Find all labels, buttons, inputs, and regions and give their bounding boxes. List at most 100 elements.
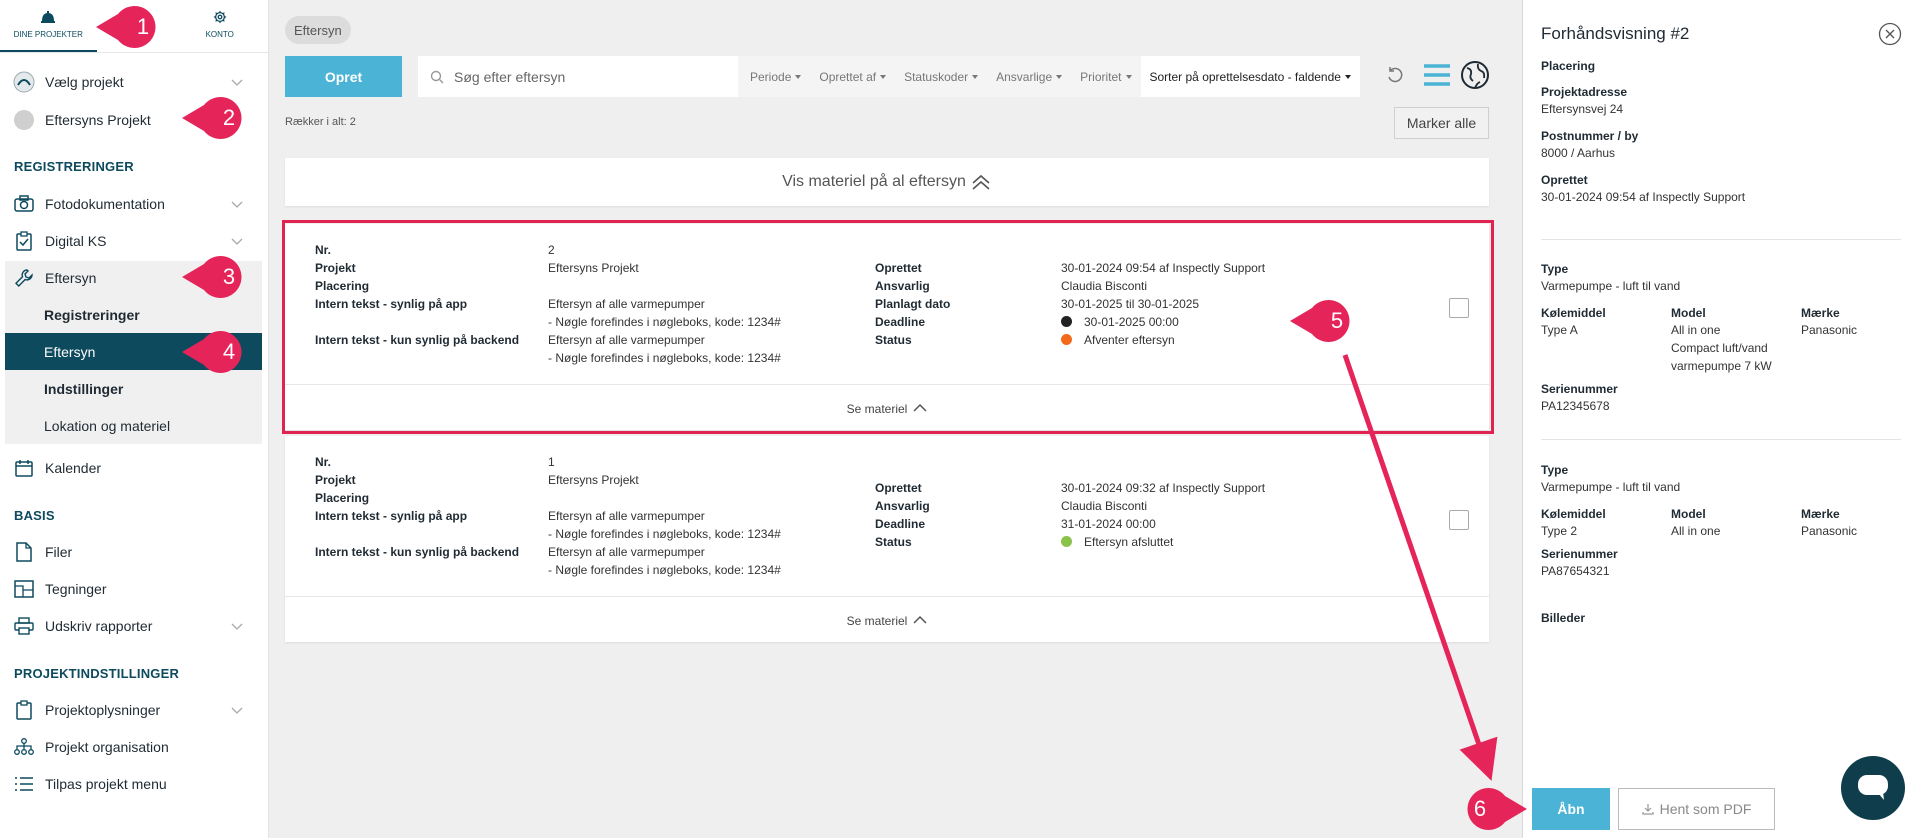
sidebar-item-label: Fotodokumentation <box>45 196 165 212</box>
project-avatar-icon <box>13 71 35 93</box>
close-icon[interactable] <box>1878 22 1902 46</box>
value-projekt: Eftersyns Projekt <box>548 473 639 487</box>
sidebar-item-label: Tilpas projekt menu <box>45 776 167 792</box>
submenu-item-indstillinger[interactable]: Indstillinger <box>5 370 262 407</box>
submenu-item-lokation[interactable]: Lokation og materiel <box>5 407 262 444</box>
label-oprettet: Oprettet <box>875 261 922 275</box>
sidebar-item-digital-ks[interactable]: Digital KS <box>0 224 265 258</box>
chevron-down-icon <box>231 623 243 630</box>
row-checkbox[interactable] <box>1449 510 1469 530</box>
value-projekt: Eftersyns Projekt <box>548 261 639 275</box>
sidebar-item-projekt-organisation[interactable]: Projekt organisation <box>0 730 265 764</box>
label-ansvarlig: Ansvarlig <box>875 279 930 293</box>
preview-value-type: Varmepumpe - luft til vand <box>1541 279 1681 293</box>
callout-6: 6 <box>1457 786 1527 832</box>
create-button[interactable]: Opret <box>285 56 402 97</box>
open-button[interactable]: Åbn <box>1532 788 1610 830</box>
preview-label-brand: Mærke <box>1801 306 1840 320</box>
chevron-down-icon <box>231 707 243 714</box>
calendar-icon <box>13 457 35 479</box>
label-status: Status <box>875 535 912 549</box>
filter-ansvarlige[interactable]: Ansvarlige <box>987 56 1071 97</box>
preview-label-model: Model <box>1671 507 1706 521</box>
helmet-icon <box>41 11 56 23</box>
list-view-icon[interactable] <box>1423 62 1451 88</box>
map-view-icon[interactable] <box>1460 60 1490 90</box>
tab-konto[interactable]: KONTO <box>172 0 269 52</box>
value-intern-app-2: - Nøgle forefindes i nøgleboks, kode: 12… <box>548 527 781 541</box>
chevron-down-icon <box>231 201 243 208</box>
chevron-up-icon <box>913 403 927 412</box>
sidebar-item-label: Projektoplysninger <box>45 702 161 718</box>
chat-bubble-icon <box>1858 775 1888 800</box>
filter-prioritet[interactable]: Prioritet <box>1071 56 1140 97</box>
value-intern-backend-1: Eftersyn af alle varmepumper <box>548 333 705 347</box>
label-projekt: Projekt <box>315 261 356 275</box>
callout-5: 5 <box>1290 298 1360 344</box>
show-all-material-bar[interactable]: Vis materiel på al eftersyn <box>285 158 1489 206</box>
preview-label-model: Model <box>1671 306 1706 320</box>
filter-oprettet-af[interactable]: Oprettet af <box>810 56 895 97</box>
filter-statuskoder[interactable]: Statuskoder <box>895 56 987 97</box>
label-intern-app: Intern tekst - synlig på app <box>315 297 468 311</box>
label-planlagt: Planlagt dato <box>875 297 951 311</box>
filter-periode[interactable]: Periode <box>738 56 810 97</box>
preview-label-coolant: Kølemiddel <box>1541 507 1606 521</box>
chevron-up-icon <box>913 615 927 624</box>
download-pdf-button[interactable]: Hent som PDF <box>1618 788 1775 830</box>
label-deadline: Deadline <box>875 517 926 531</box>
value-deadline: 31-01-2024 00:00 <box>1061 517 1156 531</box>
preview-label-brand: Mærke <box>1801 507 1840 521</box>
value-intern-app-1: Eftersyn af alle varmepumper <box>548 297 705 311</box>
preview-label-serial: Serienummer <box>1541 547 1618 561</box>
sidebar-item-udskriv-rapporter[interactable]: Udskriv rapporter <box>0 609 265 643</box>
row-checkbox[interactable] <box>1449 298 1469 318</box>
double-chevron-up-icon <box>972 174 990 190</box>
sidebar-item-tegninger[interactable]: Tegninger <box>0 572 265 606</box>
inspection-card-1[interactable]: Nr. 1 Projekt Eftersyns Projekt Placerin… <box>285 436 1489 642</box>
reset-icon[interactable] <box>1386 66 1404 84</box>
sidebar-item-projektoplysninger[interactable]: Projektoplysninger <box>0 693 265 727</box>
clipboard-icon <box>13 699 35 721</box>
label-deadline: Deadline <box>875 315 926 329</box>
sidebar-item-label: Projekt organisation <box>45 739 169 755</box>
search-placeholder: Søg efter eftersyn <box>454 68 566 85</box>
see-material-toggle[interactable]: Se materiel <box>285 614 1489 628</box>
chevron-down-icon <box>231 79 243 86</box>
preview-value-coolant: Type A <box>1541 323 1578 337</box>
value-intern-backend-2: - Nøgle forefindes i nøgleboks, kode: 12… <box>548 351 781 365</box>
sidebar-item-kalender[interactable]: Kalender <box>0 451 265 485</box>
preview-label-placering: Placering <box>1541 59 1596 73</box>
preview-label-type: Type <box>1541 262 1569 276</box>
sidebar-item-fotodokumentation[interactable]: Fotodokumentation <box>0 187 265 221</box>
callout-2: 2 <box>182 95 252 141</box>
label-oprettet: Oprettet <box>875 481 922 495</box>
value-oprettet: 30-01-2024 09:32 af Inspectly Support <box>1061 481 1266 495</box>
sidebar-item-label: Filer <box>45 544 73 560</box>
submenu-item-registreringer[interactable]: Registreringer <box>5 296 262 333</box>
label-intern-backend: Intern tekst - kun synlig på backend <box>315 333 520 347</box>
sort-dropdown[interactable]: Sorter på oprettelsesdato - faldende <box>1140 56 1360 97</box>
breadcrumb-chip[interactable]: Eftersyn <box>285 16 351 44</box>
sidebar-item-tilpas-projekt-menu[interactable]: Tilpas projekt menu <box>0 767 265 801</box>
main-content: Eftersyn Opret Søg efter eftersyn Period… <box>270 0 1522 838</box>
search-input[interactable]: Søg efter eftersyn <box>418 56 738 97</box>
preview-label-postal: Postnummer / by <box>1541 129 1639 143</box>
label-intern-backend: Intern tekst - kun synlig på backend <box>315 545 520 559</box>
see-material-toggle[interactable]: Se materiel <box>285 402 1489 416</box>
select-project-dropdown[interactable]: Vælg projekt <box>0 65 265 99</box>
sidebar-item-label: Udskriv rapporter <box>45 618 153 634</box>
download-pdf-label: Hent som PDF <box>1659 801 1752 817</box>
preview-label-created: Oprettet <box>1541 173 1588 187</box>
sidebar-item-filer[interactable]: Filer <box>0 535 265 569</box>
value-intern-backend-2: - Nøgle forefindes i nøgleboks, kode: 12… <box>548 563 781 577</box>
tab-label: DINE PROJEKTER <box>13 30 83 39</box>
preview-divider <box>1541 439 1901 440</box>
chat-support-button[interactable] <box>1841 756 1905 820</box>
preview-value-serial: PA87654321 <box>1541 564 1610 578</box>
mark-all-button[interactable]: Marker alle <box>1394 107 1489 139</box>
label-projekt: Projekt <box>315 473 356 487</box>
chevron-down-icon <box>231 238 243 245</box>
tab-dine-projekter[interactable]: DINE PROJEKTER <box>0 0 97 52</box>
section-heading-basis: BASIS <box>14 508 55 523</box>
